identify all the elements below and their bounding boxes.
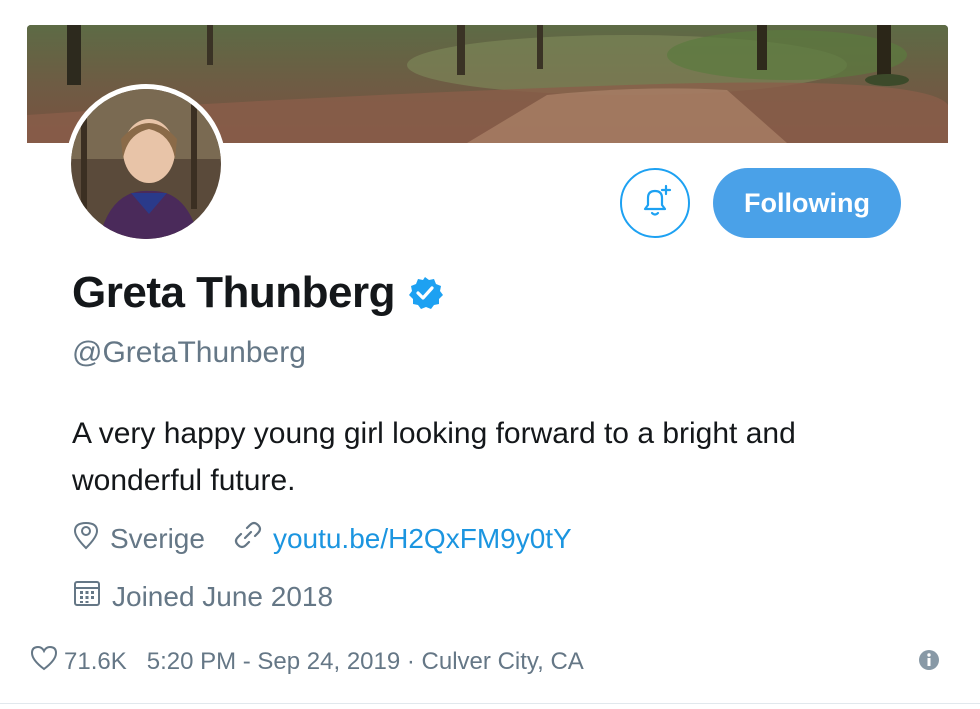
tweet-timestamp[interactable]: 5:20 PM - Sep 24, 2019 · Culver City, CA <box>147 648 584 676</box>
like-button[interactable]: 71.6K <box>30 645 127 678</box>
tweet-footer: 71.6K 5:20 PM - Sep 24, 2019 · Culver Ci… <box>30 645 950 678</box>
profile-meta-row: Sverige youtu.be/H2QxFM9y0tY <box>72 520 572 557</box>
joined-text: Joined June 2018 <box>112 580 334 612</box>
bell-plus-icon <box>635 181 675 226</box>
info-icon[interactable] <box>918 649 940 678</box>
profile-avatar[interactable] <box>66 84 226 244</box>
website-item[interactable]: youtu.be/H2QxFM9y0tY <box>233 520 572 557</box>
notifications-button[interactable] <box>620 168 690 238</box>
divider <box>0 703 980 704</box>
verified-badge-icon <box>407 275 444 311</box>
profile-name: Greta Thunberg <box>72 268 396 317</box>
location-item: Sverige <box>72 520 205 557</box>
profile-bio: A very happy young girl looking forward … <box>72 417 796 497</box>
location-text: Sverige <box>110 522 205 554</box>
calendar-icon <box>72 578 112 615</box>
following-button[interactable]: Following <box>713 168 901 238</box>
heart-icon <box>30 645 64 678</box>
profile-handle: @GretaThunberg <box>72 336 306 369</box>
profile-name-row: Greta Thunberg <box>72 268 444 318</box>
joined-item: Joined June 2018 <box>72 578 333 615</box>
link-icon <box>233 520 273 557</box>
location-pin-icon <box>72 520 110 557</box>
website-link[interactable]: youtu.be/H2QxFM9y0tY <box>273 523 572 555</box>
like-count: 71.6K <box>64 647 127 675</box>
tweet-card: Following Greta Thunberg @GretaThunberg … <box>0 0 980 709</box>
